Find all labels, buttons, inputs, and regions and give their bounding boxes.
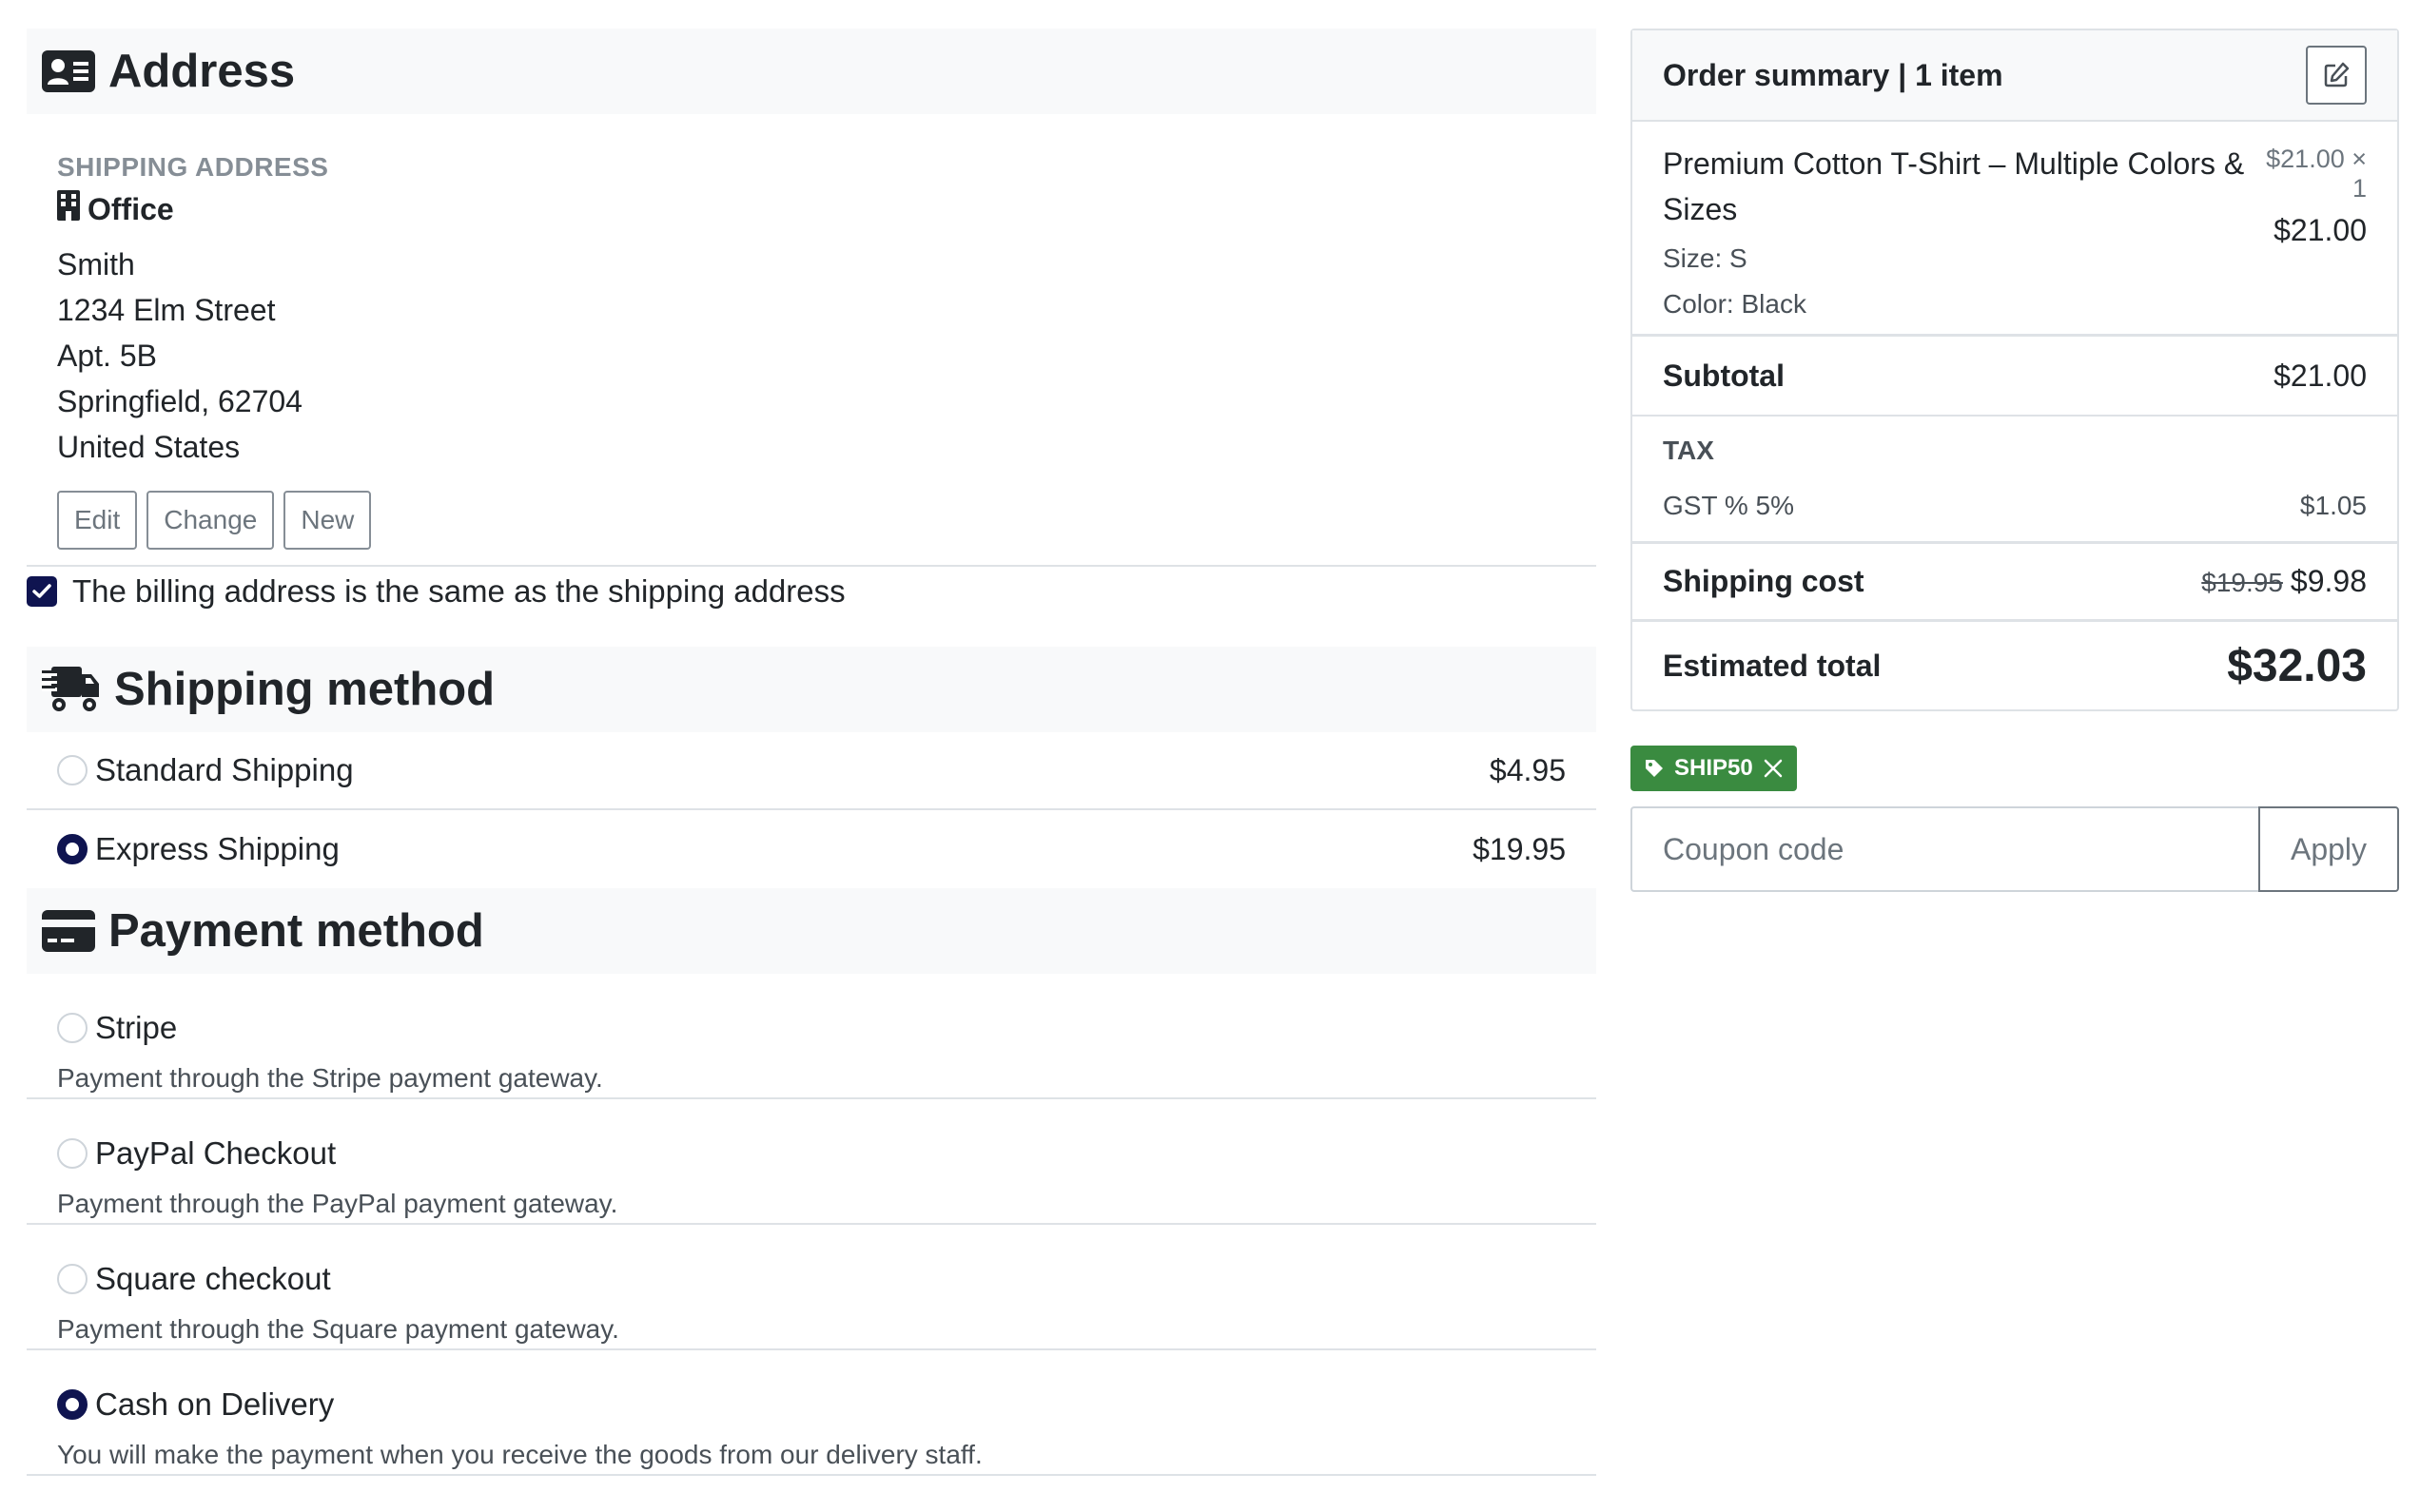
- shipping-method-header: Shipping method: [27, 647, 1596, 732]
- address-lines: Smith 1234 Elm Street Apt. 5B Springfiel…: [57, 242, 1566, 470]
- change-address-button[interactable]: Change: [146, 491, 275, 550]
- tax-block: TAX GST % 5% $1.05: [1632, 417, 2397, 544]
- payment-option-description: You will make the payment when you recei…: [57, 1440, 983, 1469]
- credit-card-icon: [42, 910, 95, 952]
- checkmark-icon: [32, 584, 51, 598]
- payment-option-stripe[interactable]: Stripe Payment through the Stripe paymen…: [27, 974, 1596, 1099]
- shipping-address-label: SHIPPING ADDRESS: [57, 152, 329, 182]
- shipping-cost-value: $9.98: [2290, 564, 2367, 598]
- address-line-street: 1234 Elm Street: [57, 293, 276, 327]
- tax-label: TAX: [1663, 436, 1714, 465]
- cart-item-unit-price: $21.00 × 1: [2266, 145, 2367, 203]
- coupon-form: Apply: [1630, 806, 2399, 892]
- billing-same-label: The billing address is the same as the s…: [72, 573, 846, 609]
- payment-method-header: Payment method: [27, 888, 1596, 974]
- payment-radio-paypal[interactable]: [57, 1138, 88, 1169]
- shipping-address-block: SHIPPING ADDRESS Office Smith 1234 Elm S…: [27, 114, 1596, 550]
- shipping-option-label: Standard Shipping: [95, 752, 354, 787]
- address-section-header: Address: [27, 29, 1596, 114]
- coupon-code-input[interactable]: [1630, 806, 2258, 892]
- estimated-total-row: Estimated total $32.03: [1632, 622, 2397, 709]
- estimated-total-value: $32.03: [2227, 640, 2367, 691]
- order-summary-header: Order summary | 1 item: [1632, 30, 2397, 122]
- shipping-cost-label: Shipping cost: [1663, 564, 1864, 598]
- cart-item-name[interactable]: Premium Cotton T-Shirt – Multiple Colors…: [1663, 141, 2253, 232]
- order-summary-title: Order summary | 1 item: [1663, 57, 2003, 92]
- estimated-total-label: Estimated total: [1663, 648, 1882, 683]
- shipping-radio-express[interactable]: [57, 834, 88, 864]
- remove-coupon-icon[interactable]: [1763, 758, 1784, 779]
- address-card-icon: [42, 50, 95, 92]
- address-line-country: United States: [57, 430, 241, 464]
- shipping-radio-standard[interactable]: [57, 755, 88, 785]
- payment-option-label: Stripe: [95, 1010, 178, 1045]
- address-title: Address: [108, 46, 296, 97]
- apply-coupon-button[interactable]: Apply: [2258, 806, 2399, 892]
- shipping-cost-original: $19.95: [2201, 568, 2283, 597]
- cart-item-line-total: $21.00: [2274, 213, 2367, 247]
- billing-same-row[interactable]: The billing address is the same as the s…: [27, 567, 1596, 616]
- cart-item: Premium Cotton T-Shirt – Multiple Colors…: [1632, 122, 2397, 337]
- payment-radio-square[interactable]: [57, 1264, 88, 1294]
- shipping-option-express[interactable]: Express Shipping $19.95: [27, 810, 1596, 888]
- address-type-label: Office: [88, 191, 174, 226]
- checkout-form: Address SHIPPING ADDRESS Office Smith 12…: [27, 29, 1596, 1476]
- edit-cart-button[interactable]: [2306, 46, 2367, 105]
- order-summary-column: Order summary | 1 item Premium Cotton T-…: [1630, 29, 2399, 892]
- applied-coupon-badge: SHIP50: [1630, 746, 1797, 791]
- shipping-option-label: Express Shipping: [95, 831, 340, 866]
- cart-item-size: Size: S: [1663, 243, 1747, 273]
- pencil-square-icon: [2324, 62, 2350, 87]
- applied-coupon-code: SHIP50: [1674, 755, 1753, 781]
- payment-option-label: PayPal Checkout: [95, 1135, 337, 1171]
- payment-option-paypal[interactable]: PayPal Checkout Payment through the PayP…: [27, 1099, 1596, 1225]
- billing-same-checkbox[interactable]: [27, 576, 57, 607]
- subtotal-label: Subtotal: [1663, 358, 1785, 393]
- subtotal-row: Subtotal $21.00: [1632, 337, 2397, 417]
- shipping-option-price: $19.95: [1473, 831, 1566, 866]
- shipping-options: Standard Shipping $4.95 Express Shipping…: [27, 732, 1596, 888]
- address-type: Office: [57, 190, 1566, 228]
- address-line-apt: Apt. 5B: [57, 339, 157, 373]
- shipping-method-title: Shipping method: [114, 664, 496, 715]
- tax-name: GST % 5%: [1663, 491, 1794, 520]
- address-line-name: Smith: [57, 247, 135, 281]
- payment-radio-stripe[interactable]: [57, 1013, 88, 1043]
- payment-option-description: Payment through the PayPal payment gatew…: [57, 1189, 618, 1218]
- payment-option-square[interactable]: Square checkout Payment through the Squa…: [27, 1225, 1596, 1350]
- payment-option-description: Payment through the Stripe payment gatew…: [57, 1063, 603, 1093]
- truck-fast-icon: [42, 665, 101, 714]
- payment-radio-cod[interactable]: [57, 1389, 88, 1420]
- shipping-option-price: $4.95: [1489, 752, 1566, 787]
- payment-option-description: Payment through the Square payment gatew…: [57, 1314, 619, 1344]
- payment-option-label: Cash on Delivery: [95, 1386, 335, 1422]
- tax-value: $1.05: [2299, 491, 2367, 520]
- payment-option-label: Square checkout: [95, 1261, 331, 1296]
- address-line-city: Springfield, 62704: [57, 384, 302, 418]
- payment-options: Stripe Payment through the Stripe paymen…: [27, 974, 1596, 1476]
- payment-method-title: Payment method: [108, 905, 484, 957]
- cart-item-color: Color: Black: [1663, 289, 1806, 319]
- shipping-option-standard[interactable]: Standard Shipping $4.95: [27, 732, 1596, 810]
- edit-address-button[interactable]: Edit: [57, 491, 138, 550]
- address-actions: Edit Change New: [57, 491, 1566, 550]
- order-summary-card: Order summary | 1 item Premium Cotton T-…: [1630, 29, 2399, 711]
- subtotal-value: $21.00: [2274, 358, 2367, 393]
- building-icon: [57, 190, 80, 228]
- payment-option-cod[interactable]: Cash on Delivery You will make the payme…: [27, 1350, 1596, 1476]
- shipping-cost-row: Shipping cost $19.95 $9.98: [1632, 544, 2397, 622]
- new-address-button[interactable]: New: [283, 491, 372, 550]
- tag-icon: [1646, 760, 1663, 777]
